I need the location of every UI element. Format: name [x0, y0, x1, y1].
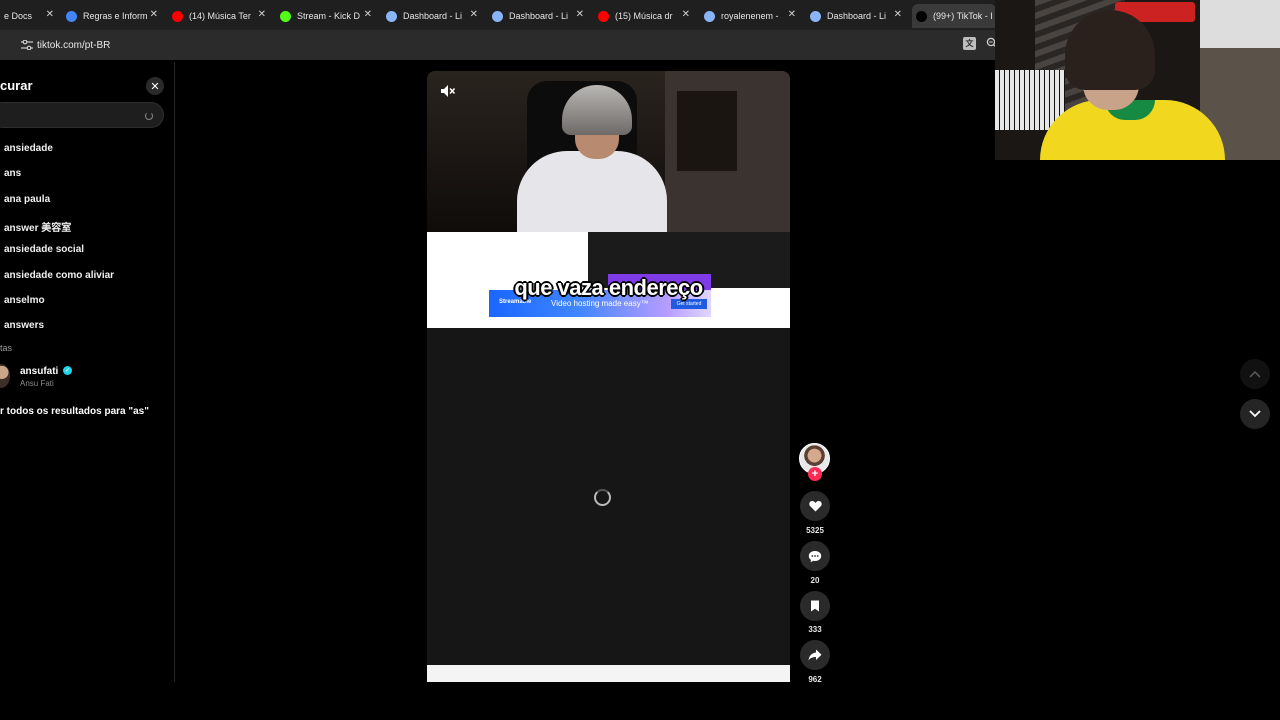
close-tab-icon[interactable]: ✕: [364, 9, 372, 20]
browser-tab[interactable]: Dashboard - Li ✕: [488, 4, 588, 28]
site-settings-icon[interactable]: [21, 40, 33, 50]
browser-tab[interactable]: (99+) TikTok - I: [912, 4, 996, 28]
omnibox[interactable]: tiktok.com/pt-BR: [8, 34, 1008, 56]
tiktok-icon: [916, 10, 927, 22]
close-tab-icon[interactable]: ✕: [894, 9, 902, 20]
video-webcam-scene: [427, 71, 790, 232]
video-bottom-bar: [427, 665, 790, 682]
search-panel-title: curar: [0, 78, 33, 93]
browser-tab[interactable]: royalenenem - ✕: [700, 4, 800, 28]
search-suggestion[interactable]: anselmo: [4, 295, 45, 306]
kick-icon: [280, 10, 291, 22]
translate-icon[interactable]: 文: [963, 37, 976, 50]
browser-tab-label: royalenenem -: [721, 11, 779, 21]
browser-tab[interactable]: (15) Música dr ✕: [594, 4, 694, 28]
globe-icon: [810, 10, 821, 22]
browser-tab-label: Regras e Inform: [83, 11, 148, 21]
search-suggestion[interactable]: ansiedade social: [4, 244, 84, 255]
see-all-results-link[interactable]: r todos os resultados para "as": [0, 406, 149, 417]
search-suggestion[interactable]: answer 美容室: [4, 219, 71, 234]
scene-window-pane: [677, 91, 737, 171]
account-name[interactable]: ansufati: [20, 366, 58, 377]
search-input[interactable]: [0, 102, 164, 128]
streamer-webcam-overlay: [995, 0, 1280, 160]
browser-tab[interactable]: Dashboard - Li ✕: [806, 4, 906, 28]
bottom-black-strip: [0, 682, 1280, 720]
browser-tab-label: (99+) TikTok - I: [933, 11, 993, 21]
browser-tab[interactable]: Dashboard - Li ✕: [382, 4, 482, 28]
globe-icon: [492, 10, 503, 22]
browser-tab-label: (15) Música dr: [615, 11, 673, 21]
url-text[interactable]: tiktok.com/pt-BR: [37, 40, 110, 51]
webcam-person-hair: [1065, 10, 1155, 90]
close-tab-icon[interactable]: ✕: [682, 9, 690, 20]
browser-tab-label: Dashboard - Li: [403, 11, 463, 21]
chevron-up-icon: [1249, 370, 1261, 378]
search-suggestion[interactable]: ansiedade como aliviar: [4, 270, 114, 281]
browser-tab[interactable]: e Docs ✕: [0, 4, 58, 28]
search-panel: curar ✕ ansiedade ans ana paula answer 美…: [0, 62, 175, 682]
search-suggestion[interactable]: ansiedade: [4, 143, 53, 154]
video-player[interactable]: Streamable Video hosting made easy™ Get …: [427, 71, 790, 682]
browser-tab[interactable]: (14) Música Ter ✕: [168, 4, 270, 28]
verified-badge-icon: ✓: [63, 366, 72, 375]
next-video-button[interactable]: [1240, 399, 1270, 429]
globe-icon: [704, 10, 715, 22]
close-tab-icon[interactable]: ✕: [258, 9, 266, 20]
browser-tab-label: e Docs: [4, 11, 33, 21]
account-subtitle: Ansu Fati: [20, 379, 54, 388]
account-avatar[interactable]: [0, 364, 10, 388]
loading-spinner-icon: [594, 489, 611, 506]
heart-icon: [808, 501, 822, 512]
close-tab-icon[interactable]: ✕: [576, 9, 584, 20]
close-tab-icon[interactable]: ✕: [470, 9, 478, 20]
search-loading-icon: [145, 112, 153, 120]
like-button[interactable]: [800, 491, 830, 521]
close-tab-icon[interactable]: ✕: [150, 9, 158, 20]
muted-speaker-icon[interactable]: [441, 85, 455, 97]
browser-tab-label: Dashboard - Li: [509, 11, 569, 21]
globe-icon: [386, 10, 397, 22]
search-suggestion[interactable]: ans: [4, 168, 21, 179]
browser-tab-label: (14) Música Ter: [189, 11, 251, 21]
search-suggestion[interactable]: ana paula: [4, 194, 50, 205]
accounts-section-label: tas: [0, 343, 13, 353]
close-tab-icon[interactable]: ✕: [788, 9, 796, 20]
browser-tab-label: Dashboard - Li: [827, 11, 887, 21]
scene-person-body: [517, 151, 667, 232]
browser-tab-label: Stream - Kick D: [297, 11, 361, 21]
search-suggestion[interactable]: answers: [4, 320, 44, 331]
browser-tab[interactable]: Regras e Inform ✕: [62, 4, 162, 28]
close-tab-icon[interactable]: ✕: [46, 9, 54, 20]
follow-plus-icon[interactable]: +: [808, 467, 822, 481]
comment-icon: [808, 550, 822, 562]
close-search-button[interactable]: ✕: [146, 77, 164, 95]
docs-icon: [66, 10, 77, 22]
share-button[interactable]: [800, 640, 830, 670]
close-icon: ✕: [150, 80, 160, 93]
youtube-icon: [598, 10, 609, 22]
chevron-down-icon: [1249, 410, 1261, 418]
comment-count: 20: [810, 576, 820, 585]
youtube-icon: [172, 10, 183, 22]
like-count: 5325: [806, 526, 824, 535]
video-caption: que vaza endereço: [514, 275, 703, 300]
browser-tab[interactable]: Stream - Kick D ✕: [276, 4, 376, 28]
share-icon: [808, 649, 822, 661]
comment-button[interactable]: [800, 541, 830, 571]
save-count: 333: [808, 625, 822, 634]
bookmark-icon: [811, 600, 819, 612]
save-button[interactable]: [800, 591, 830, 621]
previous-video-button[interactable]: [1240, 359, 1270, 389]
